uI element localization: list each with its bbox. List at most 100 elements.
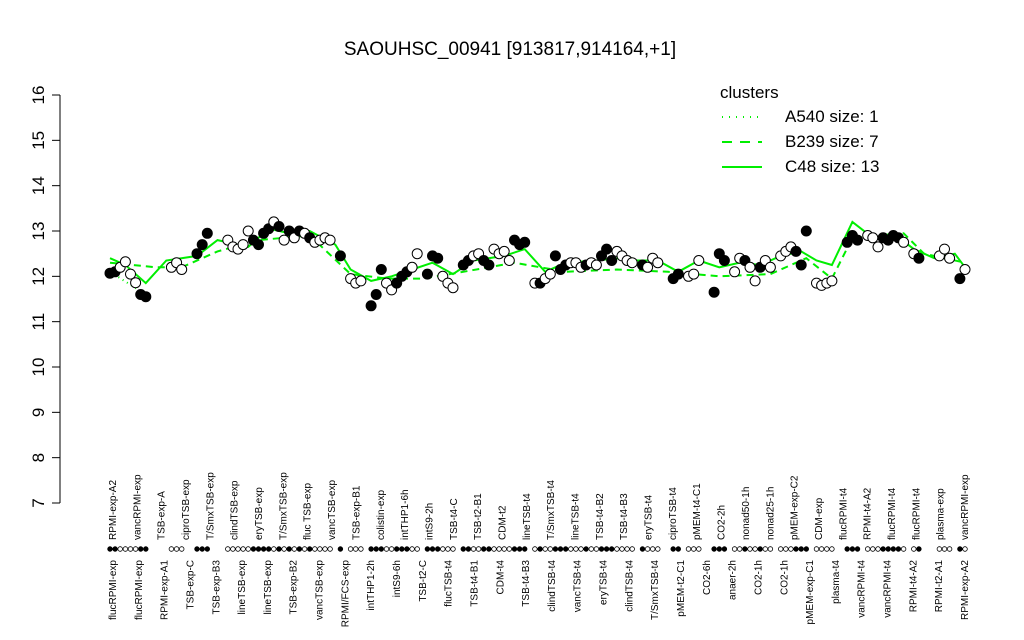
x-tick-label: TSB-exp-A	[157, 491, 168, 540]
data-point	[939, 243, 950, 255]
data-point	[498, 245, 510, 257]
x-tick-label: intS9-6h	[392, 560, 403, 597]
x-tick-label: CO2-2h	[717, 505, 728, 540]
data-point	[693, 255, 705, 266]
rug-mark	[322, 546, 328, 552]
x-tick-label: lineTSB-exp	[237, 560, 248, 615]
x-tick-label: TSB-t4-B1	[470, 560, 481, 607]
x-tick-label: eryTSB-t4	[599, 560, 610, 605]
y-tick-label: 9	[29, 408, 48, 417]
rug-mark	[260, 546, 267, 552]
rug-mark	[849, 546, 856, 552]
rug-mark	[588, 546, 594, 552]
rug-mark	[962, 546, 968, 552]
rug-mark	[578, 546, 584, 552]
data-point	[242, 225, 254, 237]
rug-mark	[168, 546, 175, 552]
rug-mark	[655, 546, 661, 552]
rug-mark	[301, 546, 308, 552]
rug-mark	[936, 546, 943, 552]
rug-mark	[946, 546, 953, 552]
data-point	[273, 221, 285, 232]
data-point	[201, 227, 213, 239]
rug-mark	[762, 546, 768, 552]
rug-mark	[644, 546, 651, 552]
x-tick-label: intTHP1-2h	[366, 560, 377, 611]
rug-mark	[895, 546, 902, 552]
data-point	[191, 248, 203, 260]
data-point	[140, 291, 152, 303]
rug-mark	[178, 546, 185, 552]
x-tick-label: T/SmxTSB-t4	[650, 560, 661, 620]
x-tick-label: vancTSB-exp	[327, 480, 338, 540]
data-point	[708, 286, 720, 298]
rug-mark	[752, 546, 758, 552]
x-tick-label: TSB-exp-B1	[351, 485, 362, 540]
data-point	[432, 252, 444, 264]
rug-mark	[598, 546, 605, 552]
rug-mark	[731, 546, 738, 552]
data-point	[898, 236, 910, 248]
x-tick-label: eryTSB-exp	[254, 487, 265, 540]
rug-mark	[429, 546, 436, 552]
x-tick-label: pMEM-t2-C1	[676, 560, 687, 617]
data-point	[196, 239, 208, 251]
rug-mark	[358, 546, 364, 552]
data-point	[253, 239, 264, 251]
data-point	[355, 275, 367, 287]
y-tick-label: 8	[29, 453, 48, 462]
rug-mark	[547, 546, 553, 552]
rug-mark	[194, 546, 200, 552]
rug-mark	[440, 546, 446, 552]
rug-mark	[506, 546, 512, 552]
rug-mark	[383, 546, 390, 552]
data-point	[519, 236, 531, 248]
x-tick-label: CO2-1h	[779, 560, 790, 595]
rug-mark	[619, 546, 625, 552]
rug-mark	[685, 546, 692, 552]
x-tick-label: nonad50-1h	[741, 487, 752, 540]
data-point	[852, 234, 863, 246]
rug-mark	[957, 546, 963, 552]
x-tick-label: CDM-t4	[495, 560, 506, 595]
data-point	[365, 300, 377, 312]
rug-mark	[778, 546, 784, 552]
rug-mark	[829, 546, 835, 552]
x-tick-label: intTHP1-6h	[400, 489, 411, 540]
rug-mark	[307, 546, 313, 552]
rug-mark	[757, 546, 763, 552]
data-point	[544, 268, 556, 280]
y-tick-label: 13	[29, 222, 48, 241]
rug-mark	[465, 546, 472, 552]
data-point	[800, 225, 812, 237]
rug-mark	[670, 546, 676, 552]
rug-mark	[788, 546, 794, 552]
rug-mark	[491, 546, 497, 552]
data-point	[324, 234, 336, 246]
x-tick-label: RPMI-t4-A2	[908, 560, 919, 613]
rug-mark	[143, 546, 149, 552]
rug-mark	[803, 546, 809, 552]
data-point	[652, 257, 664, 269]
x-tick-label: eryTSB-t4	[644, 495, 655, 540]
rug-mark	[573, 546, 579, 552]
data-point	[370, 289, 382, 300]
x-tick-label: flucRPMI-t4	[887, 487, 898, 540]
chart-title: SAOUHSC_00941 [913817,914164,+1]	[344, 39, 676, 60]
x-tick-label: vancRPMI-exp	[960, 474, 971, 540]
rug-mark	[250, 546, 257, 552]
data-point	[176, 264, 188, 275]
rug-mark	[537, 546, 543, 552]
data-point	[119, 256, 131, 268]
data-point	[334, 250, 346, 262]
x-tick-label: ciproTSB-t4	[668, 487, 679, 540]
data-point	[790, 245, 802, 257]
data-point	[729, 266, 741, 278]
rug-mark	[404, 546, 410, 552]
rug-mark	[122, 546, 129, 552]
rug-mark	[885, 546, 891, 552]
y-tick-label: 16	[29, 86, 48, 105]
x-tick-label: plasma-exp	[936, 488, 947, 540]
rug-mark	[916, 546, 922, 552]
rug-mark	[296, 546, 303, 552]
